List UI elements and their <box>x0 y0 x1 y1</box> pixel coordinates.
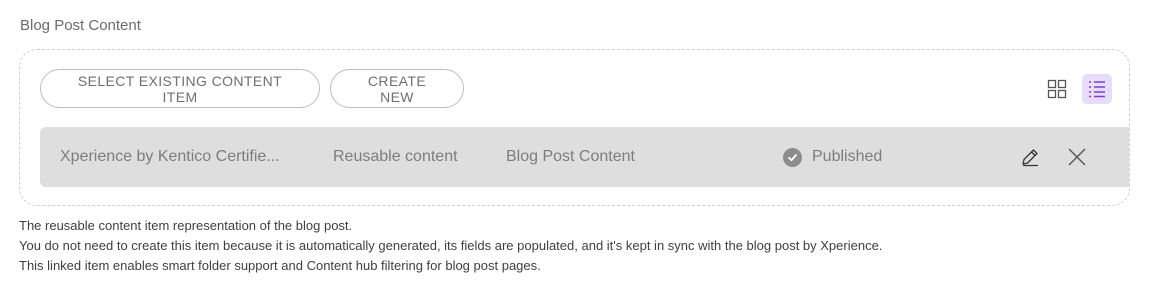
field-help-text: The reusable content item representation… <box>19 216 882 276</box>
check-circle-icon <box>783 147 802 167</box>
grid-icon <box>1047 79 1067 99</box>
item-type: Reusable content <box>333 148 458 165</box>
item-status-label: Published <box>812 148 883 165</box>
content-item-row[interactable]: Xperience by Kentico Certifie... Reusabl… <box>40 127 1129 187</box>
edit-icon <box>1022 149 1038 167</box>
list-view-button[interactable] <box>1082 74 1112 104</box>
item-status: Published <box>783 127 882 187</box>
close-icon <box>1068 148 1086 166</box>
field-label: Blog Post Content <box>20 17 141 34</box>
help-line: The reusable content item representation… <box>19 218 353 233</box>
grid-view-button[interactable] <box>1042 74 1072 104</box>
item-content-type: Blog Post Content <box>506 148 635 165</box>
help-line: This linked item enables smart folder su… <box>19 258 541 273</box>
create-new-button[interactable]: CREATE NEW <box>330 69 464 108</box>
list-icon <box>1089 81 1105 98</box>
help-line: You do not need to create this item beca… <box>19 238 883 253</box>
select-existing-content-item-button[interactable]: SELECT EXISTING CONTENT ITEM <box>40 69 320 108</box>
item-name: Xperience by Kentico Certifie... <box>60 148 280 165</box>
edit-item-button[interactable] <box>1018 145 1042 169</box>
linked-items-panel: SELECT EXISTING CONTENT ITEM CREATE NEW … <box>19 49 1130 206</box>
remove-item-button[interactable] <box>1065 145 1089 169</box>
